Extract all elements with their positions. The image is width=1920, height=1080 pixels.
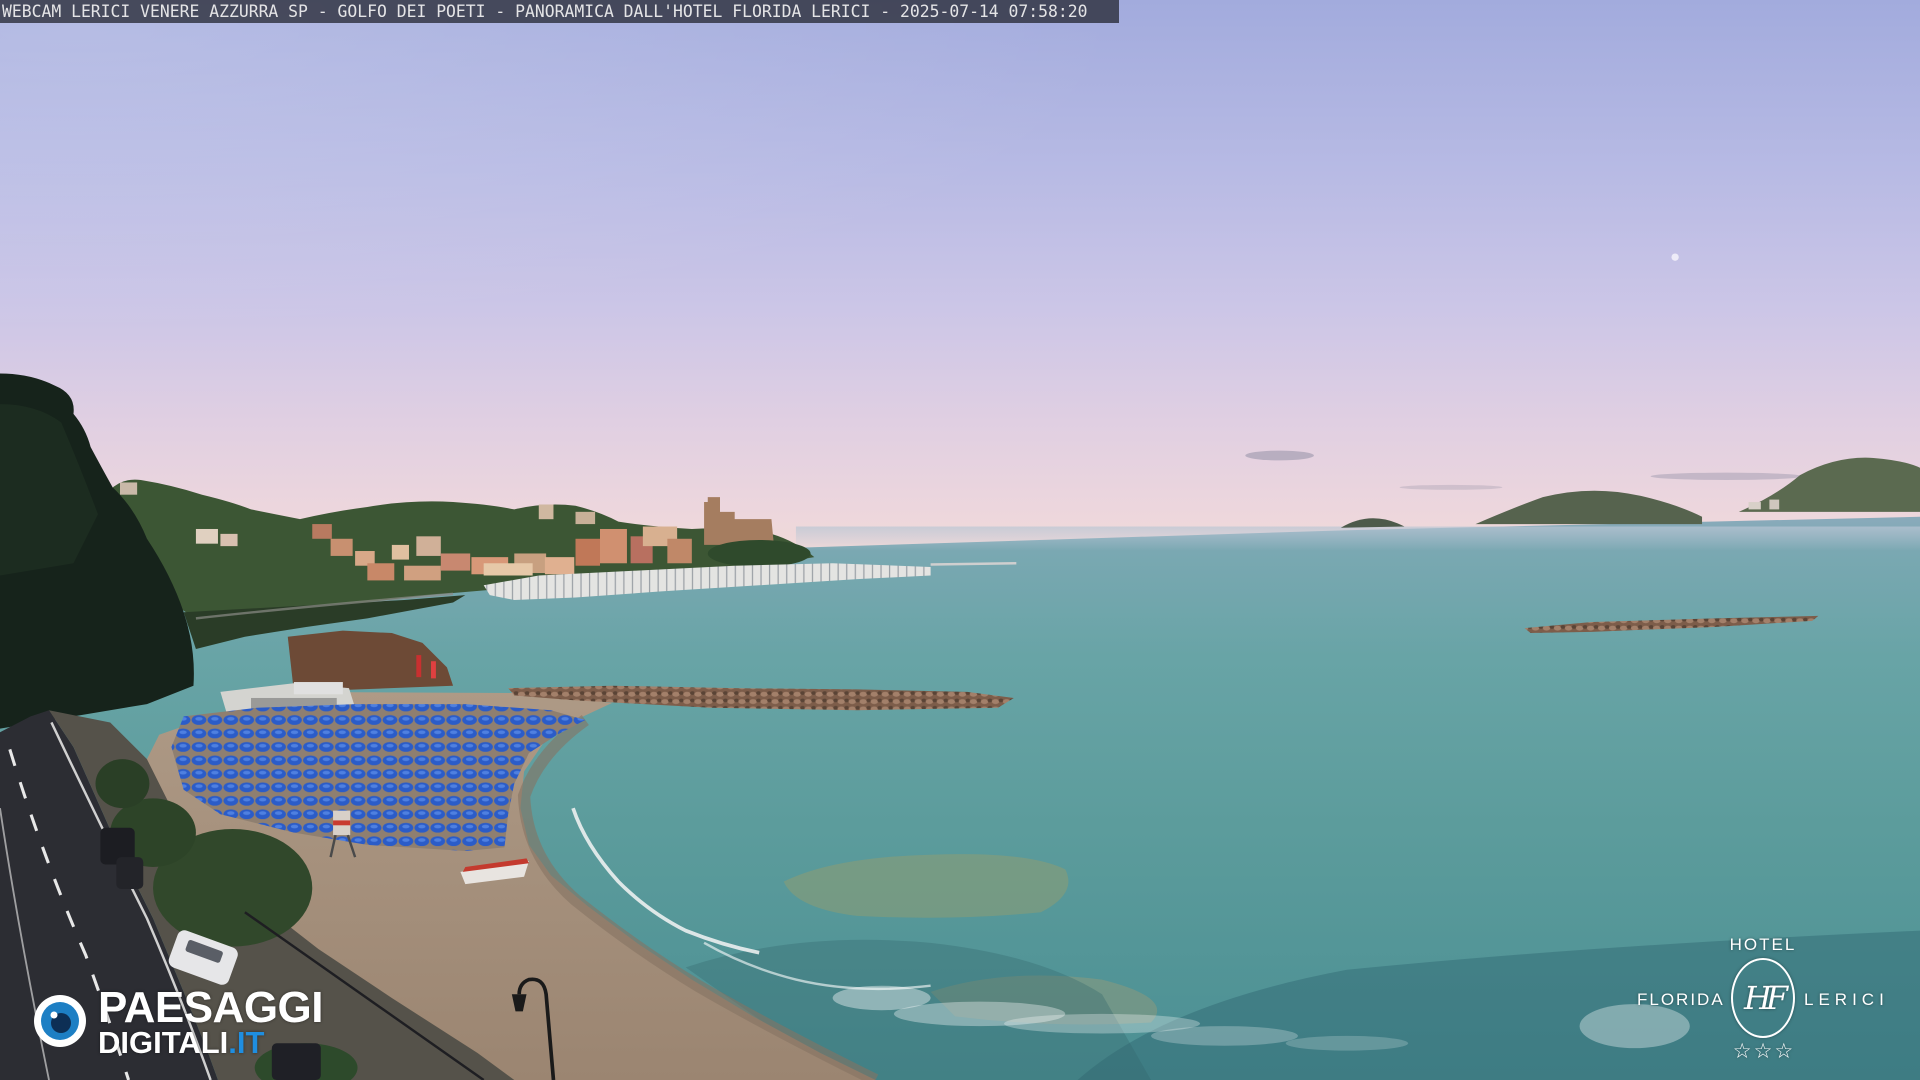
town-building [195, 528, 218, 544]
town-building [667, 538, 692, 564]
horizon-haze [795, 526, 1920, 552]
town-building [483, 563, 533, 576]
sky-glow [0, 0, 1920, 564]
hotel-logo-top-label: HOTEL [1729, 935, 1797, 954]
red-flag [416, 655, 422, 678]
marina-pier [930, 562, 1017, 566]
town-building [220, 533, 238, 547]
town-building [575, 511, 596, 525]
watermark-digitali: DIGITALI [98, 1025, 229, 1060]
red-flag [431, 661, 436, 679]
town-building [416, 536, 441, 556]
town-building [544, 557, 575, 575]
lifeguard-stripe [333, 820, 351, 826]
town-building [440, 553, 471, 571]
watermark-paesaggi-line1: PAESAGGI [98, 983, 324, 1032]
town-building [367, 563, 395, 581]
wave-foam [1285, 1035, 1409, 1051]
moon [1671, 253, 1679, 261]
beach-club-building [293, 682, 343, 695]
castle-greenery [707, 540, 811, 567]
watermark-domain-suffix: .IT [228, 1025, 265, 1060]
webcam-frame: WEBCAM LERICI VENERE AZZURRA SP - GOLFO … [0, 0, 1920, 1080]
town-building [330, 538, 353, 556]
cloud [1399, 484, 1503, 490]
eye-icon [34, 995, 86, 1047]
town-building [538, 504, 554, 520]
webcam-scene [0, 0, 1920, 1080]
headland-building [1748, 502, 1761, 510]
headland-building [1769, 499, 1780, 510]
tree [95, 759, 150, 809]
hotel-logo-left-label: FLORIDA [1637, 990, 1725, 1009]
eye-highlight [50, 1011, 58, 1019]
cloud [1245, 450, 1314, 461]
hotel-star-rating: ☆☆☆ [1732, 1039, 1796, 1063]
town-building [600, 528, 627, 564]
hotel-logo-right-label: LERICI [1804, 990, 1889, 1009]
watermark-paesaggi-line2: DIGITALI.IT [98, 1027, 264, 1058]
cloud [1650, 472, 1803, 480]
town-building [404, 565, 441, 581]
webcam-title-banner: WEBCAM LERICI VENERE AZZURRA SP - GOLFO … [0, 0, 1119, 23]
parked-car-dark [116, 857, 144, 889]
town-building [312, 524, 332, 539]
parked-car-dark [271, 1043, 321, 1080]
town-building [391, 544, 409, 560]
wave-foam [1579, 1004, 1690, 1049]
wave-foam [1151, 1026, 1298, 1046]
hotel-monogram: HF [1743, 979, 1788, 1017]
town-building [575, 538, 600, 566]
town-building [120, 482, 138, 495]
